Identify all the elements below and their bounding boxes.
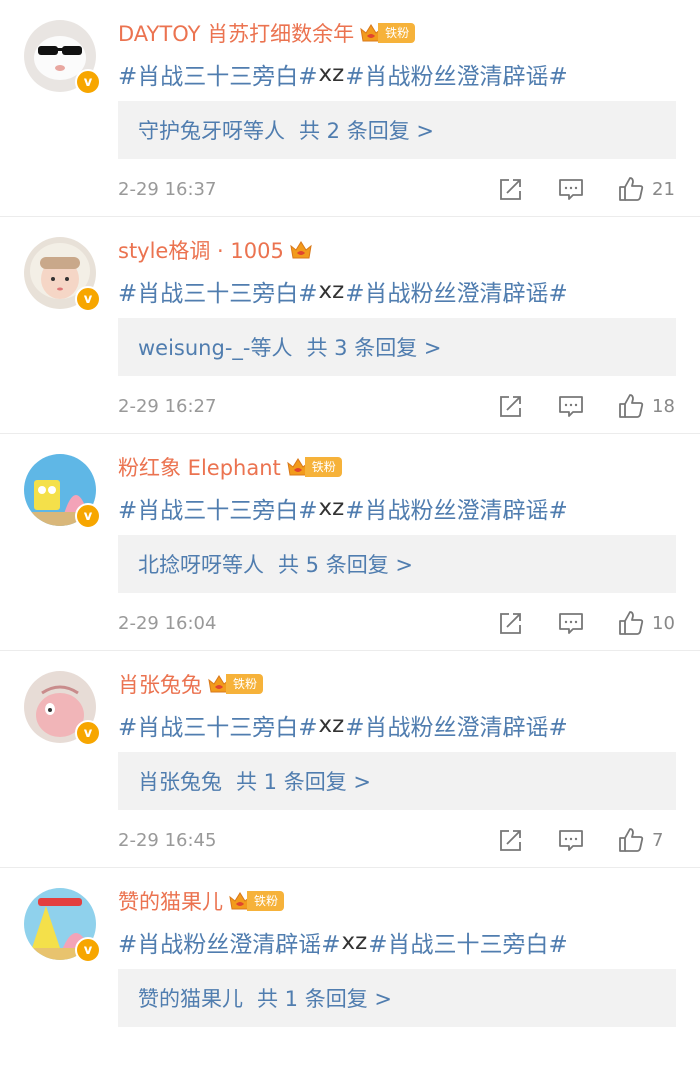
crown-icon [290,241,312,259]
text-fragment: xz [318,278,345,304]
fan-tag: 铁粉 [304,457,342,477]
hashtag-link[interactable]: #肖战三十三旁白# [118,274,318,308]
timestamp: 2-29 16:27 [118,395,217,417]
fan-badge [290,240,312,260]
hashtag-link[interactable]: #肖战粉丝澄清辟谣# [345,491,568,525]
share-icon [500,830,521,851]
text-fragment: xz [318,712,345,738]
hashtag-link[interactable]: #肖战粉丝澄清辟谣# [118,925,341,959]
comment-text: #肖战三十三旁白# xz #肖战粉丝澄清辟谣# [118,54,568,94]
reply-count: 共 3 条回复 > [306,336,442,360]
reply-preview[interactable]: 赞的猫果儿 共 1 条回复 > [118,969,676,1027]
comment-button[interactable] [558,176,584,202]
text-fragment: xz [318,61,345,87]
comment-item: v DAYTOY 肖苏打细数余年 铁粉 #肖战三十三旁白# xz #肖战粉丝澄清… [0,0,700,217]
thumbs-up-icon [619,177,644,201]
thumbs-up-icon [619,394,644,418]
share-button[interactable] [498,610,524,636]
comment-icon [559,396,583,417]
reply-preview[interactable]: 肖张兔兔 共 1 条回复 > [118,752,676,810]
reply-count: 共 2 条回复 > [299,119,434,143]
share-icon [500,396,521,417]
reply-preview[interactable]: 北捻呀呀等人 共 5 条回复 > [118,535,676,593]
text-fragment: xz [341,929,368,955]
thumbs-up-icon [619,611,644,635]
share-icon [500,613,521,634]
hashtag-link[interactable]: #肖战三十三旁白# [118,57,318,91]
verified-v-icon: v [75,286,101,312]
comment-icon [559,179,583,200]
reply-count: 共 5 条回复 > [278,553,413,577]
text-fragment: xz [318,495,345,521]
thumbs-up-icon [619,828,644,852]
like-count: 21 [652,178,675,200]
share-icon [500,179,521,200]
fan-badge: 铁粉 [208,674,264,694]
comment-icon [559,613,583,634]
fan-badge: 铁粉 [360,23,416,43]
fan-tag: 铁粉 [226,674,264,694]
hashtag-link[interactable]: #肖战粉丝澄清辟谣# [345,57,568,91]
verified-v-icon: v [75,503,101,529]
comment-button[interactable] [558,827,584,853]
comment-button[interactable] [558,393,584,419]
reply-preview[interactable]: 守护兔牙呀等人 共 2 条回复 > [118,101,676,159]
comment-item: v 粉红象 Elephant 铁粉 #肖战三十三旁白# xz #肖战粉丝澄清辟谣… [0,434,700,651]
timestamp: 2-29 16:37 [118,178,217,200]
comment-text: #肖战粉丝澄清辟谣# xz #肖战三十三旁白# [118,922,568,962]
reply-users: 北捻呀呀等人 [138,553,264,577]
reply-users: 守护兔牙呀等人 [138,119,285,143]
like-count: 18 [652,395,675,417]
timestamp: 2-29 16:45 [118,829,217,851]
hashtag-link[interactable]: #肖战粉丝澄清辟谣# [345,274,568,308]
verified-v-icon: v [75,937,101,963]
reply-users: 肖张兔兔 [138,770,222,794]
comment-item: v 肖张兔兔 铁粉 #肖战三十三旁白# xz #肖战粉丝澄清辟谣# 肖张兔兔 共… [0,651,700,868]
fan-badge: 铁粉 [229,891,285,911]
comment-item: v style格调 · 1005 #肖战三十三旁白# xz #肖战粉丝澄清辟谣#… [0,217,700,434]
timestamp: 2-29 16:04 [118,612,217,634]
comment-icon [559,830,583,851]
reply-users: weisung-_-等人 [138,336,293,360]
hashtag-link[interactable]: #肖战三十三旁白# [368,925,568,959]
verified-v-icon: v [75,69,101,95]
hashtag-link[interactable]: #肖战三十三旁白# [118,708,318,742]
reply-count: 共 1 条回复 > [257,987,392,1011]
verified-v-icon: v [75,720,101,746]
share-button[interactable] [498,393,524,419]
fan-badge: 铁粉 [287,457,342,477]
username[interactable]: 肖张兔兔 [118,669,202,699]
like-button[interactable]: 7 [618,827,678,853]
comment-text: #肖战三十三旁白# xz #肖战粉丝澄清辟谣# [118,705,568,745]
comment-item: v 赞的猫果儿 铁粉 #肖战粉丝澄清辟谣# xz #肖战三十三旁白# 赞的猫果儿… [0,868,700,1085]
hashtag-link[interactable]: #肖战三十三旁白# [118,491,318,525]
like-count: 7 [652,829,664,851]
username[interactable]: style格调 · 1005 [118,235,284,265]
username[interactable]: 粉红象 Elephant [118,452,281,482]
comment-button[interactable] [558,610,584,636]
reply-count: 共 1 条回复 > [236,770,371,794]
comment-text: #肖战三十三旁白# xz #肖战粉丝澄清辟谣# [118,271,568,311]
hashtag-link[interactable]: #肖战粉丝澄清辟谣# [345,708,568,742]
like-button[interactable]: 18 [618,393,678,419]
like-button[interactable]: 21 [618,176,678,202]
like-count: 10 [652,612,675,634]
username[interactable]: 赞的猫果儿 [118,886,223,916]
share-button[interactable] [498,827,524,853]
fan-tag: 铁粉 [247,891,285,911]
reply-users: 赞的猫果儿 [138,987,243,1011]
like-button[interactable]: 10 [618,610,678,636]
username[interactable]: DAYTOY 肖苏打细数余年 [118,18,354,48]
comment-text: #肖战三十三旁白# xz #肖战粉丝澄清辟谣# [118,488,568,528]
share-button[interactable] [498,176,524,202]
fan-tag: 铁粉 [378,23,416,43]
reply-preview[interactable]: weisung-_-等人 共 3 条回复 > [118,318,676,376]
